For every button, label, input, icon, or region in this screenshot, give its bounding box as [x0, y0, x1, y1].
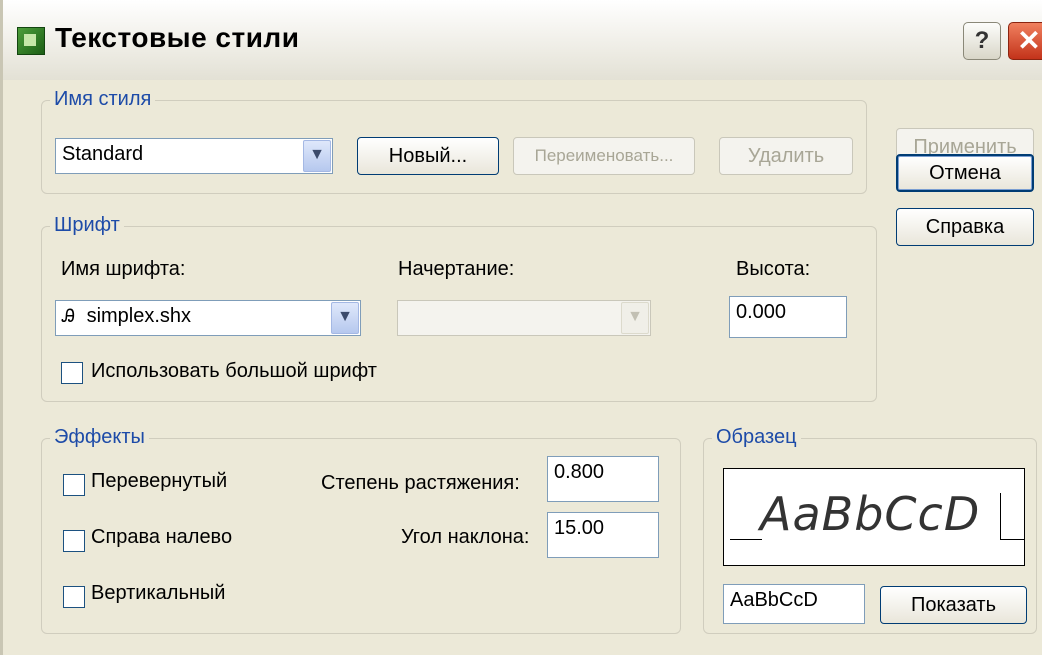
show-preview-button[interactable]: Показать [880, 586, 1027, 624]
width-factor-input[interactable]: 0.800 [547, 456, 659, 502]
sample-legend: Образец [712, 426, 801, 449]
oblique-angle-label: Угол наклона: [401, 526, 530, 548]
font-style-label: Начертание: [398, 258, 515, 280]
font-style-dropdown[interactable]: ▼ [397, 300, 651, 336]
dialog-title: Текстовые стили [55, 22, 300, 53]
chevron-down-icon[interactable]: ▼ [331, 302, 359, 334]
oblique-angle-input[interactable]: 15.00 [547, 512, 659, 558]
help-icon[interactable]: ? [963, 22, 1001, 60]
close-icon[interactable]: ✕ [1008, 22, 1042, 60]
new-style-button[interactable]: Новый... [357, 137, 499, 175]
backwards-checkbox[interactable] [63, 530, 85, 552]
chevron-down-icon[interactable]: ▼ [621, 302, 649, 334]
big-font-checkbox[interactable] [61, 362, 83, 384]
sample-text-input[interactable]: AaBbCcD [723, 584, 865, 624]
vertical-checkbox[interactable] [63, 586, 85, 608]
sample-preview: AaBbCcD [723, 468, 1025, 566]
font-name-value: simplex.shx [86, 305, 192, 327]
shx-font-icon: Ꭿ [62, 306, 76, 326]
style-name-value: Standard [62, 143, 144, 165]
help-button[interactable]: Справка [896, 208, 1034, 246]
cancel-button[interactable]: Отмена [896, 154, 1034, 192]
big-font-label[interactable]: Использовать большой шрифт [91, 360, 377, 383]
autocad-app-icon [17, 27, 45, 55]
backwards-label[interactable]: Справа налево [91, 526, 232, 549]
upside-down-label[interactable]: Перевернутый [91, 470, 227, 493]
width-factor-label: Степень растяжения: [321, 472, 520, 494]
font-legend: Шрифт [50, 214, 124, 237]
font-name-label: Имя шрифта: [61, 258, 186, 280]
preview-baseline-right [1000, 539, 1024, 540]
font-name-dropdown[interactable]: Ꭿ simplex.shx ▼ [55, 300, 361, 336]
chevron-down-icon[interactable]: ▼ [303, 140, 331, 172]
text-style-dialog: Текстовые стили ? ✕ Имя стиля Standard ▼… [0, 0, 1042, 655]
delete-style-button[interactable]: Удалить [719, 137, 853, 175]
effects-legend: Эффекты [50, 426, 149, 449]
vertical-label[interactable]: Вертикальный [91, 582, 225, 605]
upside-down-checkbox[interactable] [63, 474, 85, 496]
style-name-dropdown[interactable]: Standard ▼ [55, 138, 333, 174]
preview-baseline-tick [1000, 493, 1001, 539]
height-label: Высота: [736, 258, 811, 280]
style-name-legend: Имя стиля [50, 88, 156, 111]
preview-text: AaBbCcD [760, 487, 981, 541]
rename-style-button[interactable]: Переименовать... [513, 137, 695, 175]
preview-baseline-left [730, 539, 762, 540]
title-bar[interactable]: Текстовые стили ? ✕ [3, 0, 1042, 80]
height-input[interactable]: 0.000 [729, 296, 847, 338]
